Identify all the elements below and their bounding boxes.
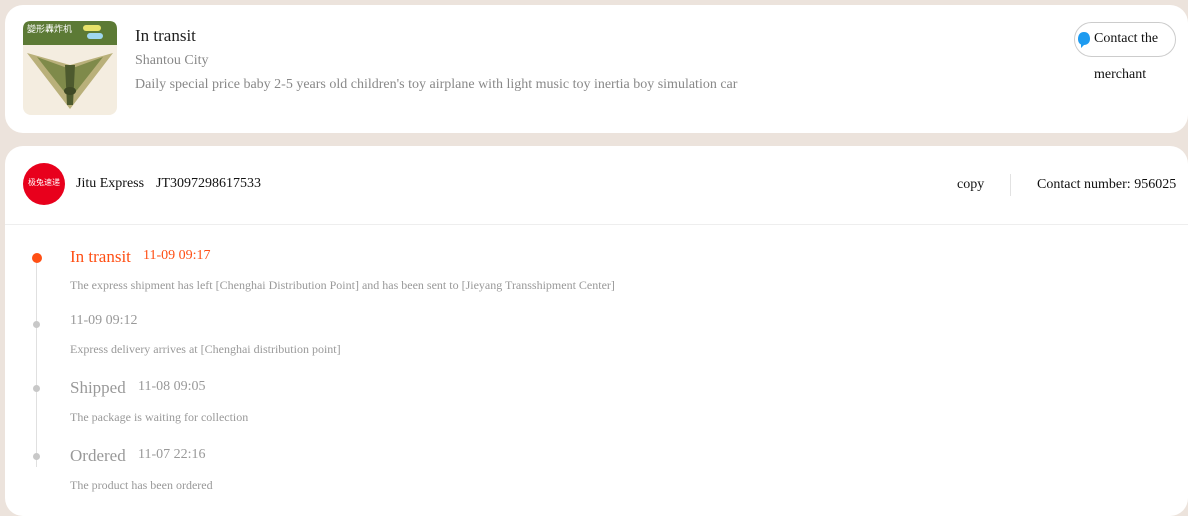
contact-merchant-label-line2[interactable]: merchant bbox=[1094, 67, 1146, 83]
carrier-name: Jitu Express bbox=[76, 176, 145, 191]
timeline-dot bbox=[33, 453, 40, 460]
timeline-event-title: Shipped bbox=[70, 378, 126, 397]
carrier-logo-text: 极兔速递 bbox=[28, 178, 60, 187]
copy-button[interactable]: copy bbox=[957, 177, 984, 193]
timeline-event-desc: Express delivery arrives at [Chenghai di… bbox=[70, 342, 341, 356]
chat-icon bbox=[1078, 32, 1090, 53]
timeline-event-time: 11-07 22:16 bbox=[138, 447, 206, 462]
tracking-number: JT3097298617533 bbox=[156, 176, 261, 191]
timeline-event-title: Ordered bbox=[70, 446, 126, 465]
timeline-event-time: 11-09 09:12 bbox=[70, 313, 138, 328]
contact-number[interactable]: Contact number: 956025 bbox=[1037, 177, 1176, 193]
timeline-line bbox=[36, 257, 37, 467]
timeline-event-title: In transit bbox=[70, 247, 131, 266]
carrier-logo: 极兔速递 bbox=[23, 163, 65, 205]
contact-merchant-label-line1[interactable]: Contact the bbox=[1094, 31, 1158, 47]
header-separator bbox=[1010, 174, 1011, 196]
timeline-event-time: 11-09 09:17 bbox=[143, 248, 211, 263]
timeline-dot bbox=[33, 385, 40, 392]
timeline-event-desc: The express shipment has left [Chenghai … bbox=[70, 278, 615, 292]
product-thumbnail[interactable]: 變形轟炸机 bbox=[23, 21, 117, 115]
tracking-header-divider bbox=[5, 224, 1188, 225]
timeline-dot-active bbox=[32, 253, 42, 263]
timeline-event-desc: The package is waiting for collection bbox=[70, 410, 249, 424]
timeline-event-time: 11-08 09:05 bbox=[138, 379, 206, 394]
timeline-event-desc: The product has been ordered bbox=[70, 478, 213, 492]
order-summary-card bbox=[5, 5, 1188, 133]
order-status-title: In transit bbox=[135, 26, 196, 45]
product-title[interactable]: Daily special price baby 2-5 years old c… bbox=[135, 77, 737, 93]
shipping-city: Shantou City bbox=[135, 53, 209, 68]
timeline-dot bbox=[33, 321, 40, 328]
thumbnail-banner-text: 變形轟炸机 bbox=[27, 23, 72, 35]
